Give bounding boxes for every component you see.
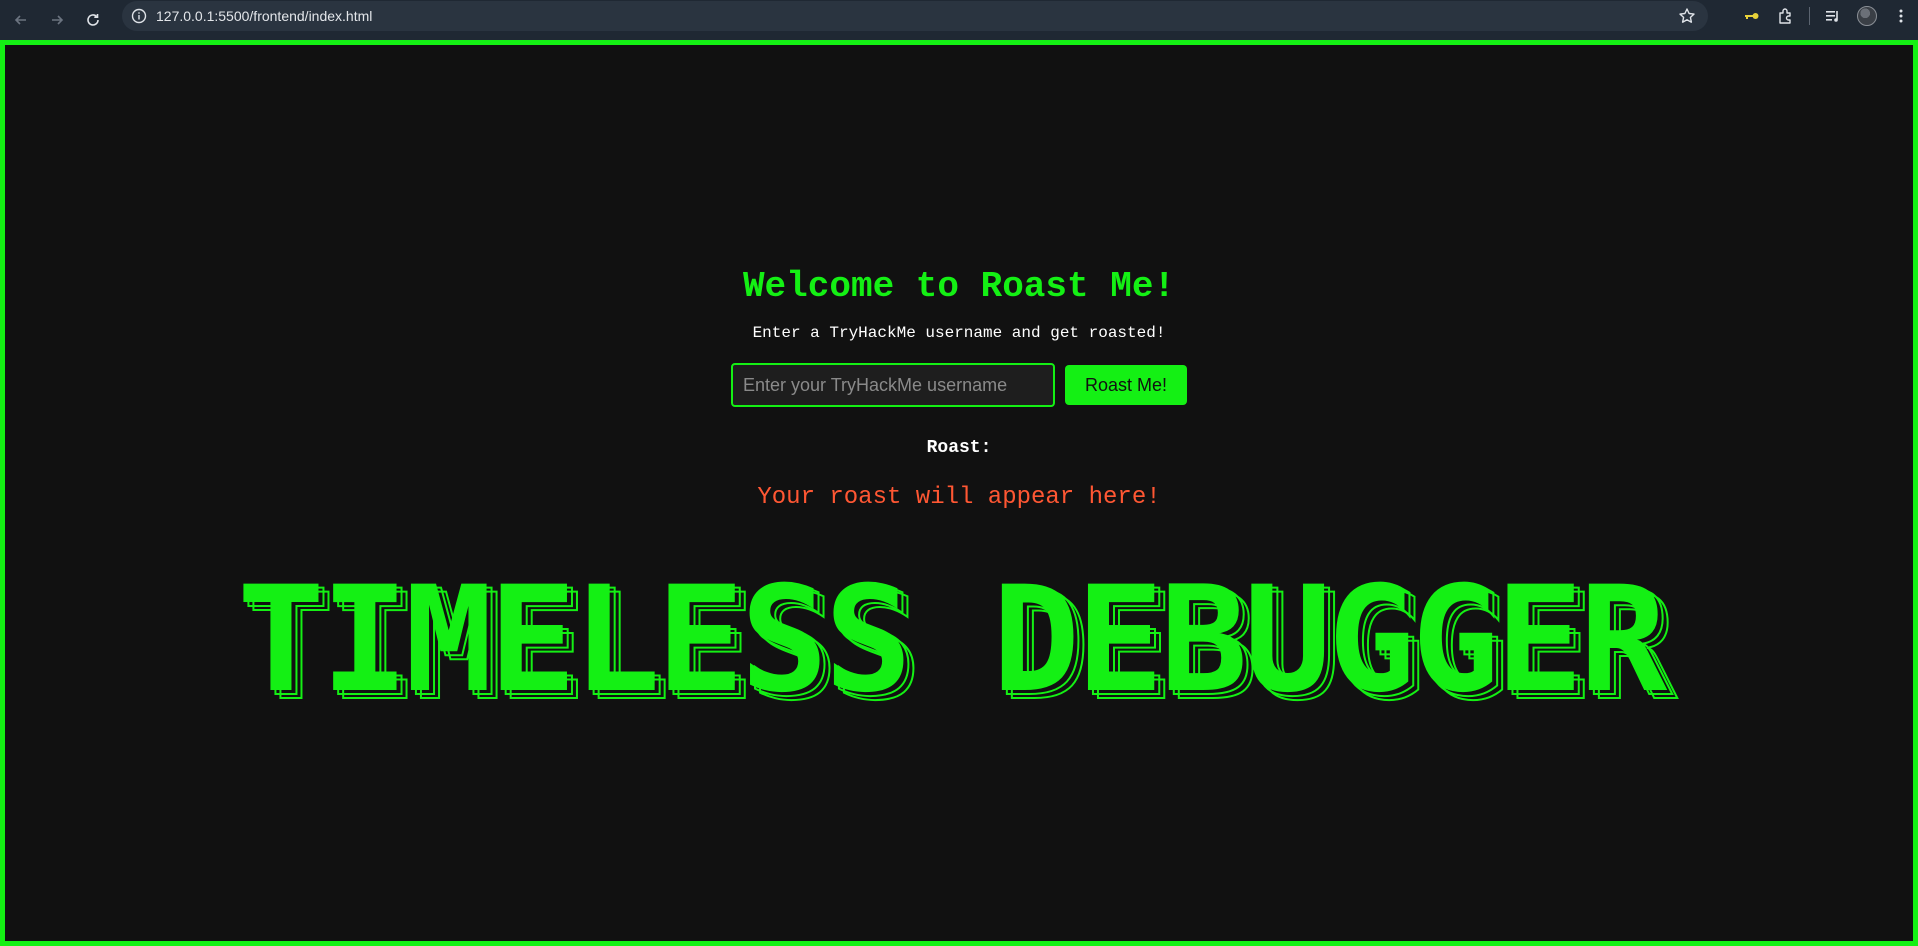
bookmark-star-icon[interactable] [1678,7,1696,30]
username-input[interactable] [731,363,1055,407]
roast-heading: Roast: [926,438,992,458]
roast-me-button[interactable]: Roast Me! [1065,365,1187,405]
page-title: Welcome to Roast Me! [742,266,1176,307]
extensions-icon[interactable] [1769,0,1803,32]
page-viewport: Welcome to Roast Me! Enter a TryHackMe u… [0,40,1918,946]
forward-arrow-icon[interactable] [40,4,74,36]
browser-toolbar: 127.0.0.1:5500/frontend/index.html [0,0,1918,40]
profile-avatar[interactable] [1850,0,1884,32]
key-icon[interactable] [1735,0,1769,32]
address-bar[interactable]: 127.0.0.1:5500/frontend/index.html [122,1,1708,31]
banner-text: TIMELESS DEBUGGER [237,555,1667,725]
toolbar-divider [1809,7,1810,25]
toolbar-right [1735,0,1918,32]
url-text[interactable]: 127.0.0.1:5500/frontend/index.html [156,8,372,24]
media-controls-icon[interactable] [1816,0,1850,32]
reload-icon[interactable] [76,4,110,36]
avatar [1857,6,1877,26]
roast-output: Your roast will appear here! [757,484,1161,511]
page-subtitle: Enter a TryHackMe username and get roast… [752,324,1166,342]
roast-form: Roast Me! [5,363,1913,407]
back-arrow-icon[interactable] [4,4,38,36]
ascii-banner: TIMELESS DEBUGGER TIMELESS DEBUGGER TIME… [237,555,1687,725]
site-info-icon[interactable] [130,7,148,25]
more-menu-icon[interactable] [1884,0,1918,32]
